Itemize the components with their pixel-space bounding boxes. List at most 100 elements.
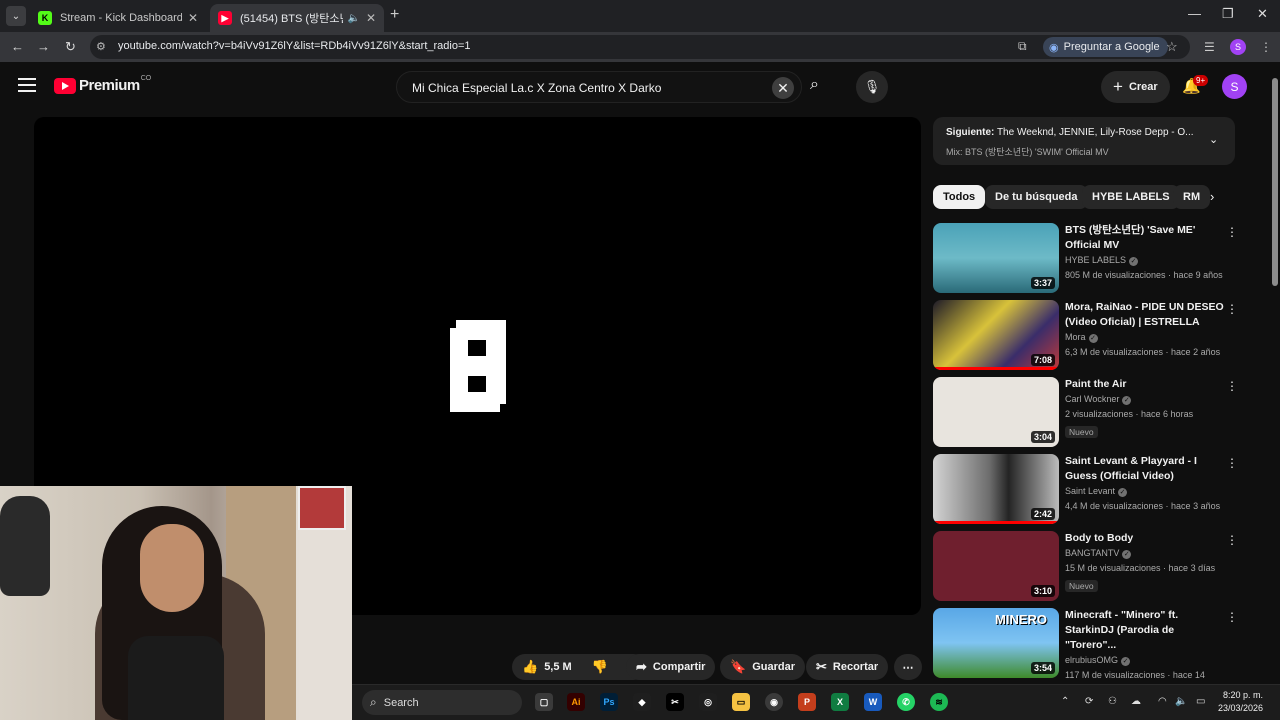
chip-todos[interactable]: Todos <box>933 185 986 209</box>
channel-name[interactable]: Carl Wockner ✓ <box>1065 392 1225 407</box>
video-title[interactable]: Mora, RaiNao - PIDE UN DESEO (Video Ofic… <box>1065 300 1225 330</box>
maximize-icon[interactable]: ❐ <box>1222 6 1234 22</box>
like-count[interactable]: 5,5 M <box>544 661 572 673</box>
youtube-logo[interactable]: Premium CO <box>54 75 151 94</box>
chrome-profile-avatar[interactable]: S <box>1230 39 1246 55</box>
task-view-icon[interactable]: ▢ <box>535 693 553 711</box>
window-close-icon[interactable]: ✕ <box>1257 6 1268 22</box>
search-input[interactable]: Mi Chica Especial La.c X Zona Centro X D… <box>412 81 661 95</box>
tray-cloud-icon[interactable]: ☁ <box>1131 696 1141 707</box>
taskbar-clock[interactable]: 8:20 p. m. 23/03/2026 <box>1218 689 1263 715</box>
clip-button[interactable]: ✂ Recortar <box>806 654 889 680</box>
video-title[interactable]: Minecraft - "Minero" ft. StarkinDJ (Paro… <box>1065 608 1225 653</box>
chip-hybe-labels[interactable]: HYBE LABELS <box>1082 185 1180 209</box>
new-tab-icon[interactable]: + <box>390 6 399 24</box>
spotify-icon[interactable]: ≋ <box>930 693 948 711</box>
file-explorer-icon[interactable]: ▭ <box>732 693 750 711</box>
video-title[interactable]: BTS (방탄소년단) 'Save ME' Official MV <box>1065 223 1225 253</box>
channel-name[interactable]: BANGTANTV ✓ <box>1065 546 1225 561</box>
list-item[interactable]: 7:08 Mora, RaiNao - PIDE UN DESEO (Video… <box>933 300 1243 372</box>
illustrator-icon[interactable]: Ai <box>567 693 585 711</box>
tab-search-icon[interactable]: ⌄ <box>6 6 26 26</box>
list-item[interactable]: 3:04 Paint the Air Carl Wockner ✓ 2 visua… <box>933 377 1243 449</box>
video-title[interactable]: Paint the Air <box>1065 377 1225 392</box>
video-thumbnail[interactable]: 3:10 <box>933 531 1059 601</box>
more-actions-icon[interactable]: ⋯ <box>894 654 922 680</box>
chevron-down-icon[interactable]: ⌄ <box>1209 133 1218 146</box>
dislike-icon[interactable]: 👎 <box>592 659 608 675</box>
minimize-icon[interactable]: — <box>1188 6 1201 21</box>
channel-name[interactable]: Saint Levant ✓ <box>1065 484 1225 499</box>
channel-name[interactable]: elrubiusOMG ✓ <box>1065 653 1225 668</box>
taskbar-search[interactable]: ⌕ Search <box>362 690 522 715</box>
menu-icon[interactable] <box>18 78 36 92</box>
more-options-icon[interactable]: ⋮ <box>1226 456 1238 470</box>
url-text[interactable]: youtube.com/watch?v=b4iVv91Z6lY&list=RDb… <box>118 40 471 52</box>
battery-icon[interactable]: ▭ <box>1196 696 1205 707</box>
excel-icon[interactable]: X <box>831 693 849 711</box>
bookmark-star-icon[interactable]: ☆ <box>1166 39 1178 55</box>
ask-google-button[interactable]: ◉ Preguntar a Google <box>1043 37 1168 57</box>
figma-icon[interactable]: ◆ <box>633 693 651 711</box>
cast-icon[interactable]: ⧉ <box>1018 39 1027 54</box>
chip-de-tu-busqueda[interactable]: De tu búsqueda <box>985 185 1088 209</box>
more-options-icon[interactable]: ⋮ <box>1226 533 1238 547</box>
back-icon[interactable]: ← <box>11 39 24 54</box>
list-item[interactable]: MINERO 3:54 Minecraft - "Minero" ft. Sta… <box>933 608 1243 695</box>
chevron-right-icon[interactable]: › <box>1210 189 1214 204</box>
tray-bluetooth-icon[interactable]: ⚇ <box>1108 696 1117 707</box>
video-thumbnail[interactable]: 3:37 <box>933 223 1059 293</box>
chrome-menu-icon[interactable]: ⋮ <box>1260 40 1272 54</box>
address-bar[interactable]: ⚙ youtube.com/watch?v=b4iVv91Z6lY&list=R… <box>90 35 1190 59</box>
davinci-icon[interactable]: ◎ <box>699 693 717 711</box>
more-options-icon[interactable]: ⋮ <box>1226 302 1238 316</box>
save-button[interactable]: 🔖 Guardar <box>720 654 805 680</box>
share-button[interactable]: ➦ Compartir <box>626 654 716 680</box>
channel-name[interactable]: HYBE LABELS ✓ <box>1065 253 1225 268</box>
list-item[interactable]: 3:10 Body to Body BANGTANTV ✓ 15 M de vis… <box>933 531 1243 603</box>
microphone-icon[interactable]: 🎙 <box>856 71 888 103</box>
save-label: Guardar <box>752 661 795 673</box>
reload-icon[interactable]: ↻ <box>65 39 76 55</box>
tab-youtube[interactable]: ▶ (51454) BTS (방탄소년단) 'S 🔈 ✕ <box>210 4 384 32</box>
wifi-icon[interactable]: ◠ <box>1158 696 1167 707</box>
account-avatar[interactable]: S <box>1222 74 1247 99</box>
up-next-prefix: Siguiente: <box>946 127 995 138</box>
chip-rm[interactable]: RM <box>1173 185 1211 209</box>
tab-kick-dashboard[interactable]: K Stream - Kick Dashboard ✕ <box>30 4 206 32</box>
photoshop-icon[interactable]: Ps <box>600 693 618 711</box>
close-icon[interactable]: ✕ <box>366 11 376 25</box>
video-thumbnail[interactable]: 7:08 <box>933 300 1059 370</box>
video-thumbnail[interactable]: 3:04 <box>933 377 1059 447</box>
search-icon[interactable]: ⌕ <box>810 76 819 94</box>
video-thumbnail[interactable]: 2:42 <box>933 454 1059 524</box>
more-options-icon[interactable]: ⋮ <box>1226 225 1238 239</box>
capcut-icon[interactable]: ✂ <box>666 693 684 711</box>
up-next-panel[interactable]: Siguiente: The Weeknd, JENNIE, Lily-Rose… <box>933 117 1235 165</box>
video-thumbnail[interactable]: MINERO 3:54 <box>933 608 1059 678</box>
list-item[interactable]: 3:37 BTS (방탄소년단) 'Save ME' Official MV H… <box>933 223 1243 295</box>
like-icon[interactable]: 👍 <box>522 659 538 675</box>
list-item[interactable]: 2:42 Saint Levant & Playyard - I Guess (… <box>933 454 1243 526</box>
more-options-icon[interactable]: ⋮ <box>1226 379 1238 393</box>
more-options-icon[interactable]: ⋮ <box>1226 610 1238 624</box>
search-box[interactable]: Mi Chica Especial La.c X Zona Centro X D… <box>396 71 802 103</box>
word-icon[interactable]: W <box>864 693 882 711</box>
speaker-icon[interactable]: 🔈 <box>347 13 359 24</box>
clear-search-icon[interactable]: ✕ <box>772 77 794 99</box>
create-button[interactable]: + Crear <box>1101 71 1170 103</box>
volume-icon[interactable]: 🔈 <box>1175 696 1187 707</box>
site-info-icon[interactable]: ⚙ <box>96 40 106 53</box>
close-icon[interactable]: ✕ <box>188 11 198 25</box>
channel-name[interactable]: Mora ✓ <box>1065 330 1225 345</box>
reading-list-icon[interactable]: ☰ <box>1204 40 1215 54</box>
forward-icon[interactable]: → <box>37 39 50 54</box>
scrollbar-thumb[interactable] <box>1272 78 1278 286</box>
tray-overflow-icon[interactable]: ⌃ <box>1061 696 1069 707</box>
tray-app-icon[interactable]: ⟳ <box>1085 696 1093 707</box>
chrome-icon[interactable]: ◉ <box>765 693 783 711</box>
whatsapp-icon[interactable]: ✆ <box>897 693 915 711</box>
video-title[interactable]: Saint Levant & Playyard - I Guess (Offic… <box>1065 454 1225 484</box>
video-title[interactable]: Body to Body <box>1065 531 1225 546</box>
powerpoint-icon[interactable]: P <box>798 693 816 711</box>
